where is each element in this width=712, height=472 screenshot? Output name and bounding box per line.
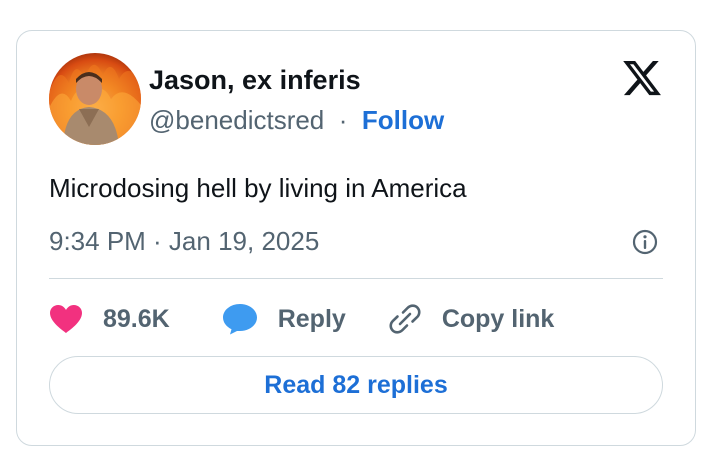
info-icon[interactable] bbox=[631, 228, 659, 256]
avatar-fire-photo bbox=[49, 53, 141, 145]
follow-button[interactable]: Follow bbox=[362, 105, 444, 135]
reply-label: Reply bbox=[277, 304, 346, 333]
divider bbox=[49, 278, 663, 279]
author-handle-row: @benedictsred · Follow bbox=[149, 105, 444, 136]
read-replies-button[interactable]: Read 82 replies bbox=[49, 356, 663, 414]
x-logo-icon[interactable] bbox=[621, 57, 663, 99]
reply-button[interactable]: Reply bbox=[222, 303, 346, 335]
copy-link-label: Copy link bbox=[441, 304, 555, 333]
tweet-card: Jason, ex inferis @benedictsred · Follow… bbox=[16, 30, 696, 446]
separator-dot: · bbox=[331, 105, 355, 135]
like-count: 89.6K bbox=[103, 304, 170, 333]
author-display-name[interactable]: Jason, ex inferis bbox=[149, 65, 361, 96]
heart-icon bbox=[49, 304, 83, 334]
tweet-text: Microdosing hell by living in America bbox=[49, 173, 467, 203]
like-button[interactable]: 89.6K bbox=[49, 304, 170, 334]
copy-link-button[interactable]: Copy link bbox=[388, 302, 555, 336]
action-bar: 89.6K Reply Copy link bbox=[49, 299, 554, 339]
author-handle[interactable]: @benedictsred bbox=[149, 105, 324, 135]
speech-bubble-icon bbox=[222, 303, 258, 335]
avatar[interactable] bbox=[49, 53, 141, 145]
tweet-timestamp[interactable]: 9:34 PM · Jan 19, 2025 bbox=[49, 226, 319, 257]
link-icon bbox=[388, 302, 422, 336]
